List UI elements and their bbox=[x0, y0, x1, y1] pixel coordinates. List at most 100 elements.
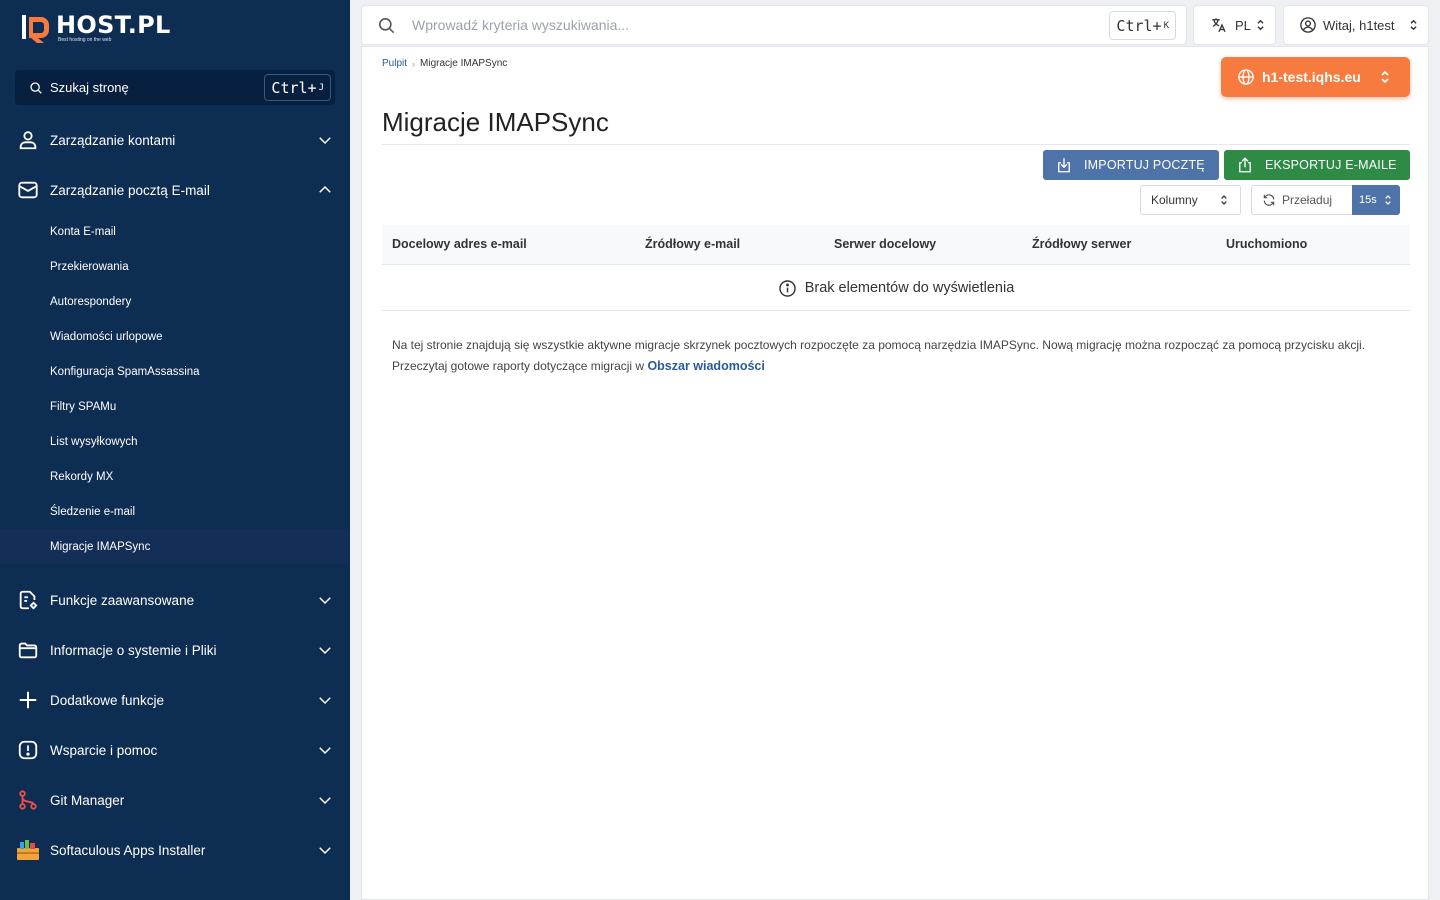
sidebar: HOST.PL Best hosting on the web Szukaj s… bbox=[0, 0, 350, 900]
sidebar-item-mailing-lists[interactable]: List wysyłkowych bbox=[0, 424, 350, 459]
nav-label: Wsparcie i pomoc bbox=[50, 742, 158, 758]
host-pl-logo[interactable]: HOST.PL Best hosting on the web bbox=[20, 12, 171, 44]
sidebar-item-vacation-messages[interactable]: Wiadomości urlopowe bbox=[0, 319, 350, 354]
chevron-updown-icon bbox=[1410, 19, 1417, 31]
column-header[interactable]: Uruchomiono bbox=[1226, 237, 1307, 251]
refresh-icon bbox=[1263, 194, 1275, 206]
nav-email-management[interactable]: Zarządzanie pocztą E-mail bbox=[0, 165, 350, 215]
empty-message: Brak elementów do wyświetlenia bbox=[804, 280, 1015, 296]
columns-label: Kolumny bbox=[1151, 193, 1198, 207]
mail-icon bbox=[16, 178, 40, 202]
plus-icon bbox=[16, 688, 40, 712]
info-paragraph: Na tej stronie znajdują się wszystkie ak… bbox=[392, 338, 1366, 352]
sidebar-item-label: Autorespondery bbox=[50, 295, 132, 308]
sidebar-item-email-tracking[interactable]: Śledzenie e-mail bbox=[0, 494, 350, 529]
sidebar-item-label: Rekordy MX bbox=[50, 470, 114, 483]
sidebar-search-label: Szukaj stronę bbox=[50, 80, 129, 95]
column-header[interactable]: Serwer docelowy bbox=[834, 237, 936, 251]
chevron-down-icon bbox=[319, 797, 331, 805]
empty-table-row: Brak elementów do wyświetlenia bbox=[382, 266, 1410, 311]
breadcrumb-home[interactable]: Pulpit bbox=[382, 58, 407, 69]
nav-label: Git Manager bbox=[50, 792, 125, 808]
messages-area-link[interactable]: Obszar wiadomości bbox=[647, 359, 764, 373]
breadcrumb: Pulpit › Migracje IMAPSync bbox=[382, 58, 507, 69]
shortcut-badge: Ctrl+ K bbox=[1109, 11, 1176, 40]
sidebar-item-label: List wysyłkowych bbox=[50, 435, 138, 448]
user-greeting: Witaj, h1test bbox=[1323, 17, 1395, 33]
domain-selector[interactable]: h1-test.iqhs.eu bbox=[1221, 57, 1410, 97]
reports-prefix: Przeczytaj gotowe raporty dotyczące migr… bbox=[392, 359, 645, 373]
chevron-down-icon bbox=[319, 697, 331, 705]
reload-interval-selector[interactable]: 15s bbox=[1352, 185, 1400, 215]
domain-label: h1-test.iqhs.eu bbox=[1262, 69, 1361, 85]
chevron-down-icon bbox=[319, 747, 331, 755]
sidebar-item-forwarders[interactable]: Przekierowania bbox=[0, 249, 350, 284]
sidebar-item-autoresponders[interactable]: Autorespondery bbox=[0, 284, 350, 319]
chevron-down-icon bbox=[319, 137, 331, 145]
nav-account-management[interactable]: Zarządzanie kontami bbox=[0, 115, 350, 165]
nav-label: Dodatkowe funkcje bbox=[50, 692, 165, 708]
nav-additional-features[interactable]: Dodatkowe funkcje bbox=[0, 675, 350, 725]
logo-mark-icon bbox=[20, 12, 52, 44]
shortcut-key: Ctrl+ bbox=[1116, 16, 1162, 35]
chevron-updown-icon bbox=[1257, 19, 1264, 31]
language-selector[interactable]: PL bbox=[1193, 5, 1276, 45]
import-icon bbox=[1058, 158, 1070, 173]
nav-label: Informacje o systemie i Pliki bbox=[50, 642, 217, 658]
main-panel: Pulpit › Migracje IMAPSync h1-test.iqhs.… bbox=[361, 46, 1429, 900]
export-icon bbox=[1239, 157, 1251, 173]
language-label: PL bbox=[1235, 17, 1251, 33]
sidebar-item-mx-records[interactable]: Rekordy MX bbox=[0, 459, 350, 494]
chevron-updown-icon bbox=[1221, 195, 1227, 205]
sidebar-item-spamassassin[interactable]: Konfiguracja SpamAssassina bbox=[0, 354, 350, 389]
shortcut-letter: K bbox=[1163, 20, 1169, 31]
reload-button[interactable]: Przeładuj bbox=[1251, 185, 1353, 215]
sidebar-item-label: Konfiguracja SpamAssassina bbox=[50, 365, 200, 378]
reload-label: Przeładuj bbox=[1282, 193, 1333, 207]
chevron-updown-icon bbox=[1385, 195, 1391, 205]
nav-support-help[interactable]: Wsparcie i pomoc bbox=[0, 725, 350, 775]
shortcut-badge: Ctrl+ J bbox=[264, 74, 331, 101]
shortcut-key: Ctrl+ bbox=[271, 78, 317, 97]
doc-settings-icon bbox=[16, 588, 40, 612]
folder-icon bbox=[16, 638, 40, 662]
global-search-input[interactable]: Wprowadź kryteria wyszukiwania... Ctrl+ K bbox=[361, 5, 1187, 45]
nav-label: Zarządzanie kontami bbox=[50, 132, 176, 148]
logo-name: HOST.PL bbox=[56, 11, 171, 39]
sidebar-item-label: Filtry SPAMu bbox=[50, 400, 117, 413]
table-header: Docelowy adres e-mail Źródłowy e-mail Se… bbox=[382, 225, 1410, 265]
sidebar-item-label: Konta E-mail bbox=[50, 225, 116, 238]
chevron-updown-icon bbox=[1381, 70, 1389, 84]
nav-system-info-files[interactable]: Informacje o systemie i Pliki bbox=[0, 625, 350, 675]
sidebar-item-label: Przekierowania bbox=[50, 260, 129, 273]
import-button-label: IMPORTUJ POCZTĘ bbox=[1084, 158, 1205, 172]
user-menu[interactable]: Witaj, h1test bbox=[1283, 5, 1429, 45]
breadcrumb-current: Migracje IMAPSync bbox=[420, 58, 508, 69]
sidebar-item-imapsync-migrations[interactable]: Migracje IMAPSync bbox=[0, 529, 350, 564]
columns-selector[interactable]: Kolumny bbox=[1140, 185, 1241, 215]
info-text: Na tej stronie znajdują się wszystkie ak… bbox=[392, 335, 1382, 377]
shortcut-letter: J bbox=[318, 82, 324, 93]
column-header[interactable]: Docelowy adres e-mail bbox=[392, 237, 527, 251]
import-mail-button[interactable]: IMPORTUJ POCZTĘ bbox=[1043, 150, 1219, 180]
search-icon bbox=[378, 17, 395, 33]
user-circle-icon bbox=[1300, 17, 1316, 33]
sidebar-item-email-accounts[interactable]: Konta E-mail bbox=[0, 214, 350, 249]
nav-git-manager[interactable]: Git Manager bbox=[0, 775, 350, 825]
column-header[interactable]: Źródłowy serwer bbox=[1032, 237, 1131, 251]
nav-label: Softaculous Apps Installer bbox=[50, 842, 206, 858]
sidebar-item-spam-filters[interactable]: Filtry SPAMu bbox=[0, 389, 350, 424]
chevron-down-icon bbox=[319, 847, 331, 855]
alert-icon bbox=[16, 738, 40, 762]
column-header[interactable]: Źródłowy e-mail bbox=[645, 237, 740, 251]
nav-softaculous[interactable]: Softaculous Apps Installer bbox=[0, 825, 350, 875]
sidebar-search[interactable]: Szukaj stronę Ctrl+ J bbox=[15, 70, 335, 105]
breadcrumb-separator-icon: › bbox=[412, 58, 416, 69]
search-icon bbox=[30, 81, 42, 94]
git-icon bbox=[16, 788, 40, 812]
export-emails-button[interactable]: EKSPORTUJ E-MAILE bbox=[1224, 150, 1410, 180]
info-icon bbox=[778, 279, 796, 297]
chevron-down-icon bbox=[319, 647, 331, 655]
nav-advanced-features[interactable]: Funkcje zaawansowane bbox=[0, 575, 350, 625]
nav-label: Zarządzanie pocztą E-mail bbox=[50, 182, 210, 198]
